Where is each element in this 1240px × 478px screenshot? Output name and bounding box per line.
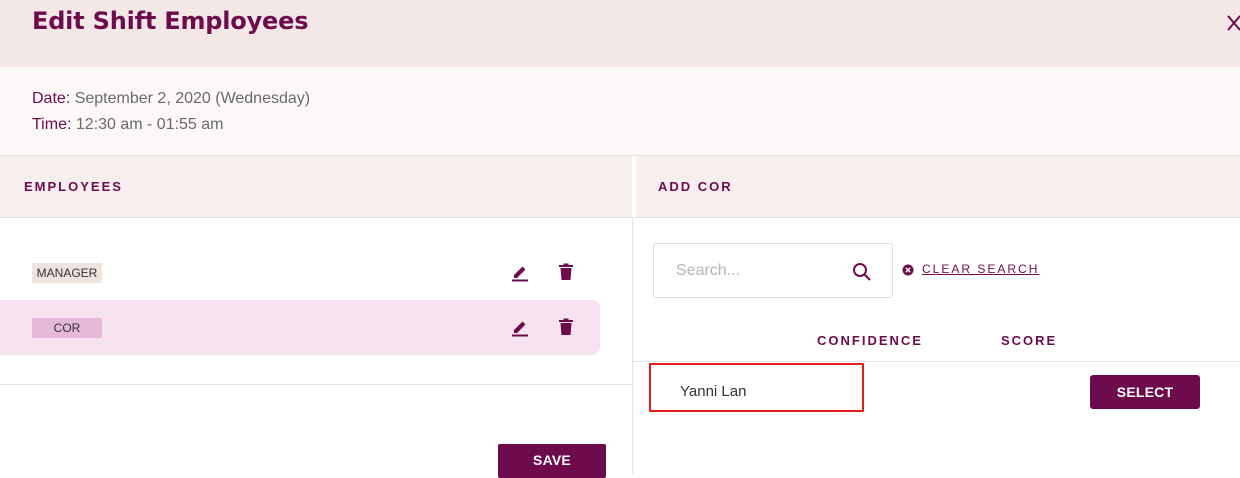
score-column-header: SCORE <box>1001 333 1058 348</box>
shift-info-panel <box>0 67 1240 155</box>
edit-pencil-icon <box>512 321 528 337</box>
add-cor-heading: ADD COR <box>658 179 733 194</box>
divider <box>0 217 1240 218</box>
date-value: September 2, 2020 (Wednesday) <box>74 90 311 107</box>
select-button[interactable]: SELECT <box>1090 375 1200 409</box>
result-name: Yanni Lan <box>680 383 747 400</box>
confidence-column-header: CONFIDENCE <box>817 333 923 348</box>
shift-time: Time: 12:30 am - 01:55 am <box>32 116 224 134</box>
divider <box>633 361 1240 362</box>
trash-icon <box>559 318 573 335</box>
clear-search-icon-button[interactable] <box>902 263 914 281</box>
edit-cor-button[interactable] <box>510 317 530 337</box>
dialog-title: Edit Shift Employees <box>32 7 309 35</box>
clear-search-link[interactable]: CLEAR SEARCH <box>922 262 1039 276</box>
time-value: 12:30 am - 01:55 am <box>75 116 224 133</box>
role-tag-manager: MANAGER <box>32 263 102 283</box>
role-tag-cor: COR <box>32 318 102 338</box>
edit-pencil-icon <box>512 266 528 282</box>
close-icon <box>1227 15 1240 31</box>
delete-cor-button[interactable] <box>556 317 576 337</box>
clear-x-circle-icon <box>902 264 914 276</box>
close-button[interactable] <box>1222 10 1240 34</box>
divider <box>0 384 632 385</box>
search-icon[interactable] <box>852 262 872 282</box>
employees-heading: EMPLOYEES <box>24 179 123 194</box>
search-input[interactable] <box>676 258 836 284</box>
search-box <box>653 243 893 298</box>
trash-icon <box>559 263 573 280</box>
save-button[interactable]: SAVE <box>498 444 606 478</box>
date-label: Date: <box>32 90 71 107</box>
column-divider <box>632 217 633 474</box>
edit-manager-button[interactable] <box>510 262 530 282</box>
shift-date: Date: September 2, 2020 (Wednesday) <box>32 90 310 108</box>
time-label: Time: <box>32 116 72 133</box>
delete-manager-button[interactable] <box>556 262 576 282</box>
